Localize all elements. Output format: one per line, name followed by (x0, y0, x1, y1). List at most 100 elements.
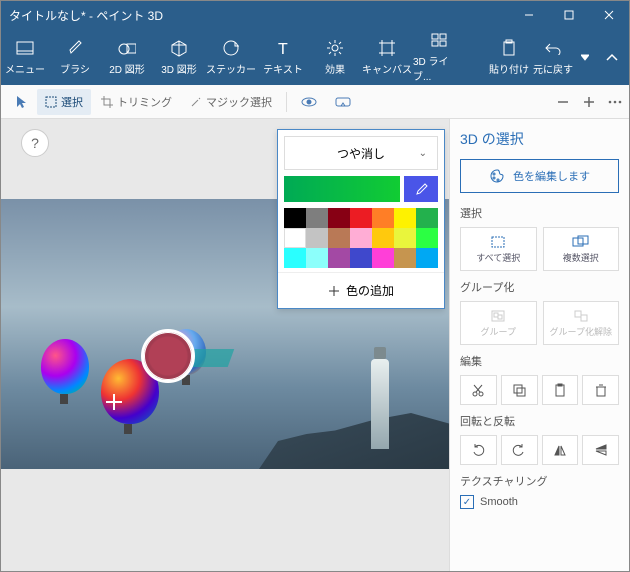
swatch[interactable] (328, 208, 350, 228)
select-all-button[interactable]: すべて選択 (460, 227, 537, 271)
move-handle[interactable] (106, 394, 122, 410)
maximize-button[interactable] (549, 1, 589, 29)
zoom-out-button[interactable] (555, 94, 571, 110)
swatch[interactable] (394, 228, 416, 248)
swatch[interactable] (350, 248, 372, 268)
swatch[interactable] (394, 208, 416, 228)
paste-button-side[interactable] (542, 375, 579, 405)
cut-icon (471, 383, 485, 397)
swatch[interactable] (284, 208, 306, 228)
3d-library-tab[interactable]: 3D ライブ... (413, 29, 465, 85)
paste-button[interactable]: 貼り付け (487, 29, 531, 85)
paste-icon (500, 39, 518, 57)
swatch[interactable] (306, 248, 328, 268)
mixed-reality-button[interactable] (327, 89, 359, 115)
3d-view-button[interactable] (293, 89, 325, 115)
menu-icon (16, 39, 34, 57)
swatch[interactable] (372, 228, 394, 248)
copy-icon (512, 383, 526, 397)
edit-color-button[interactable]: 色を編集します (460, 159, 619, 193)
magic-icon (190, 96, 202, 108)
smooth-checkbox[interactable]: ✓ Smooth (460, 495, 619, 509)
paste-icon (554, 383, 566, 397)
3d-sphere-object[interactable] (141, 329, 195, 383)
rotate-left-icon (471, 443, 485, 457)
chevron-down-icon: ⌄ (419, 148, 427, 159)
ribbon: メニュー ブラシ 2D 図形 3D 図形 ステッカー T テキスト 効果 キャン (1, 29, 629, 85)
section-rotate-label: 回転と反転 (460, 413, 619, 429)
3d-shapes-tab[interactable]: 3D 図形 (153, 29, 205, 85)
check-icon: ✓ (460, 495, 474, 509)
text-icon: T (274, 39, 292, 57)
swatch[interactable] (416, 228, 438, 248)
flip-horizontal-button[interactable] (542, 435, 579, 465)
effects-tab[interactable]: 効果 (309, 29, 361, 85)
canvas-area[interactable]: ? つや消し ⌄ (1, 119, 449, 571)
menu-button[interactable]: メニュー (1, 29, 49, 85)
pointer-tool[interactable] (7, 89, 35, 115)
rotate-right-icon (512, 443, 526, 457)
section-select-label: 選択 (460, 205, 619, 221)
svg-text:T: T (278, 41, 288, 56)
effects-icon (326, 39, 344, 57)
swatch[interactable] (284, 248, 306, 268)
add-color-button[interactable]: 色の追加 (278, 272, 444, 308)
rotate-right-button[interactable] (501, 435, 538, 465)
close-button[interactable] (589, 1, 629, 29)
swatch[interactable] (284, 228, 306, 248)
rotate-left-button[interactable] (460, 435, 497, 465)
minimize-button[interactable] (509, 1, 549, 29)
delete-button[interactable] (582, 375, 619, 405)
swatch[interactable] (372, 208, 394, 228)
copy-button[interactable] (501, 375, 538, 405)
undo-button[interactable]: 元に戻す (531, 29, 575, 85)
swatch[interactable] (350, 228, 372, 248)
canvas-icon (378, 39, 396, 57)
text-tab[interactable]: T テキスト (257, 29, 309, 85)
trash-icon (595, 383, 607, 397)
group-button: グループ (460, 301, 537, 345)
material-finish-dropdown[interactable]: つや消し ⌄ (284, 136, 438, 170)
current-color-swatch[interactable] (284, 176, 400, 202)
crop-tool[interactable]: トリミング (93, 89, 180, 115)
swatch[interactable] (306, 208, 328, 228)
brush-icon (66, 39, 84, 57)
eyedropper-button[interactable] (404, 176, 438, 202)
plus-icon (328, 285, 340, 297)
swatch[interactable] (416, 248, 438, 268)
swatch[interactable] (306, 228, 328, 248)
zoom-in-button[interactable] (581, 94, 597, 110)
swatch[interactable] (328, 228, 350, 248)
sticker-tab[interactable]: ステッカー (205, 29, 257, 85)
scenery-rock (259, 399, 449, 469)
flip-vertical-button[interactable] (582, 435, 619, 465)
2d-shapes-tab[interactable]: 2D 図形 (101, 29, 153, 85)
window-title: タイトルなし* - ペイント 3D (9, 7, 163, 24)
select-tool[interactable]: 選択 (37, 89, 91, 115)
side-panel: 3D の選択 色を編集します 選択 すべて選択 複数選択 グループ化 (449, 119, 629, 571)
swatch[interactable] (416, 208, 438, 228)
collapse-ribbon-button[interactable] (595, 29, 629, 85)
more-button[interactable] (607, 94, 623, 110)
canvas-tab[interactable]: キャンバス (361, 29, 413, 85)
flip-v-icon (594, 443, 608, 457)
swatch[interactable] (350, 208, 372, 228)
shapes-2d-icon (118, 39, 136, 57)
undo-icon (544, 39, 562, 57)
cut-button[interactable] (460, 375, 497, 405)
history-dropdown[interactable] (575, 50, 595, 64)
group-icon (490, 309, 506, 323)
sub-toolbar: 選択 トリミング マジック選択 (1, 85, 629, 119)
section-texture-label: テクスチャリング (460, 473, 619, 489)
help-button[interactable]: ? (21, 129, 49, 157)
shapes-3d-icon (170, 39, 188, 57)
swatch[interactable] (372, 248, 394, 268)
crop-icon (101, 96, 113, 108)
swatch[interactable] (328, 248, 350, 268)
multi-select-button[interactable]: 複数選択 (543, 227, 620, 271)
magic-select-tool[interactable]: マジック選択 (182, 89, 280, 115)
section-group-label: グループ化 (460, 279, 619, 295)
swatch[interactable] (394, 248, 416, 268)
brush-tab[interactable]: ブラシ (49, 29, 101, 85)
multi-select-icon (572, 235, 590, 249)
